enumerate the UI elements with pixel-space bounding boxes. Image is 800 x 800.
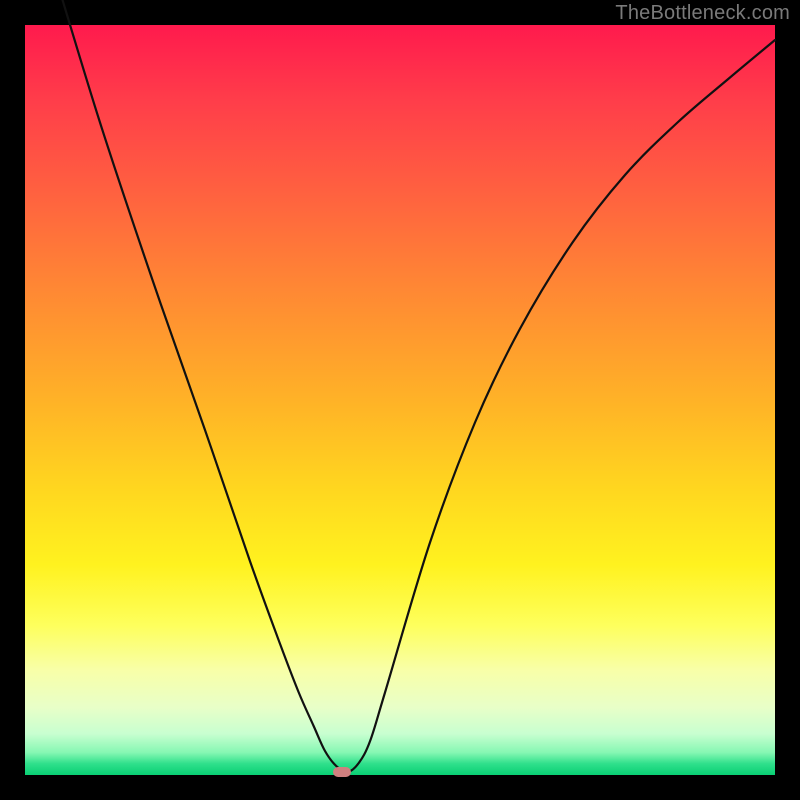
chart-frame: TheBottleneck.com — [0, 0, 800, 800]
bottleneck-curve — [48, 0, 776, 772]
chart-curve-svg — [25, 25, 775, 775]
chart-marker — [333, 767, 351, 777]
watermark-text: TheBottleneck.com — [615, 2, 790, 25]
